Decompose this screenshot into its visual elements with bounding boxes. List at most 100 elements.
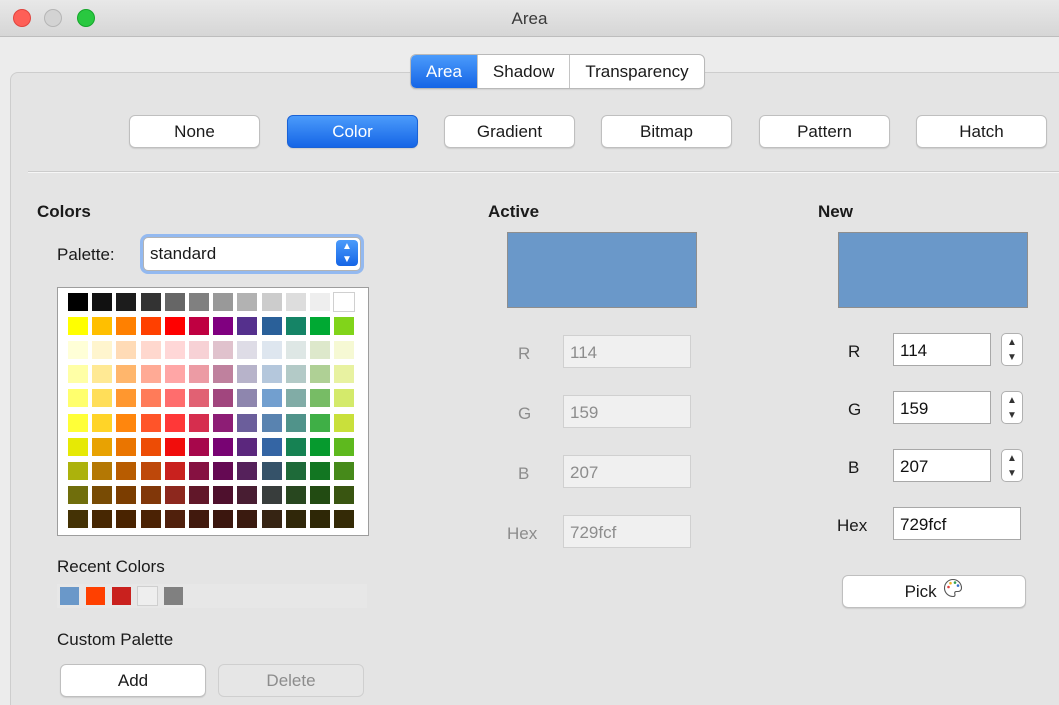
color-swatch[interactable] [116,437,137,456]
color-swatch[interactable] [68,437,88,456]
color-swatch[interactable] [213,509,234,528]
fill-bitmap-button[interactable]: Bitmap [601,115,732,148]
color-swatch[interactable] [116,413,137,432]
color-swatch[interactable] [261,437,282,456]
color-swatch[interactable] [140,461,161,480]
color-swatch[interactable] [140,365,161,384]
color-swatch[interactable] [92,461,113,480]
color-swatch[interactable] [189,341,209,360]
color-swatch[interactable] [164,413,185,432]
color-swatch[interactable] [140,341,161,360]
color-swatch[interactable] [140,437,161,456]
color-swatch[interactable] [310,293,330,311]
color-swatch[interactable] [92,365,113,384]
color-swatch[interactable] [333,292,356,312]
color-swatch[interactable] [261,413,282,432]
color-swatch[interactable] [237,389,258,408]
color-swatch[interactable] [164,437,185,456]
recent-color-swatch[interactable] [112,587,131,605]
color-swatch[interactable] [213,437,234,456]
new-r-input[interactable]: 114 [893,333,991,366]
color-swatch[interactable] [68,341,88,360]
recent-color-swatch[interactable] [60,587,79,605]
color-swatch[interactable] [285,413,306,432]
color-swatch[interactable] [261,509,282,528]
new-b-stepper[interactable]: ▲ ▼ [1001,449,1023,482]
color-swatch[interactable] [285,341,306,360]
color-swatch[interactable] [116,317,137,336]
recent-color-swatch[interactable] [86,587,105,605]
color-swatch[interactable] [285,293,306,311]
color-swatch[interactable] [189,413,209,432]
new-b-input[interactable]: 207 [893,449,991,482]
color-swatch[interactable] [310,485,330,504]
color-swatch[interactable] [164,317,185,336]
tab-transparency[interactable]: Transparency [570,55,703,88]
color-swatch[interactable] [213,461,234,480]
color-swatch[interactable] [116,293,137,311]
color-swatch[interactable] [334,461,355,480]
color-swatch[interactable] [213,389,234,408]
color-swatch[interactable] [310,389,330,408]
fill-gradient-button[interactable]: Gradient [444,115,575,148]
color-swatch[interactable] [334,317,355,336]
color-swatch[interactable] [310,509,330,528]
color-swatch[interactable] [334,413,355,432]
color-swatch[interactable] [310,317,330,336]
color-swatch[interactable] [164,485,185,504]
color-swatch[interactable] [213,317,234,336]
color-swatch[interactable] [92,293,113,311]
tab-area[interactable]: Area [411,55,478,88]
color-swatch[interactable] [164,293,185,311]
color-swatch[interactable] [285,509,306,528]
color-swatch[interactable] [189,317,209,336]
color-swatch[interactable] [189,389,209,408]
color-swatch[interactable] [237,485,258,504]
color-swatch[interactable] [213,413,234,432]
color-swatch[interactable] [92,317,113,336]
palette-select[interactable]: standard ▲ ▼ [143,237,361,271]
recent-color-swatch[interactable] [137,586,158,606]
color-swatch[interactable] [68,461,88,480]
color-swatch[interactable] [140,509,161,528]
color-swatch[interactable] [237,341,258,360]
color-swatch[interactable] [261,341,282,360]
color-swatch[interactable] [68,389,88,408]
color-swatch[interactable] [237,365,258,384]
color-swatch[interactable] [140,389,161,408]
color-swatch[interactable] [237,413,258,432]
color-swatch[interactable] [164,389,185,408]
color-swatch[interactable] [189,293,209,311]
color-swatch[interactable] [92,389,113,408]
pick-color-button[interactable]: Pick [842,575,1026,608]
color-swatch[interactable] [237,461,258,480]
color-swatch[interactable] [261,293,282,311]
color-swatch[interactable] [189,365,209,384]
color-swatch[interactable] [116,461,137,480]
color-swatch[interactable] [334,389,355,408]
color-swatch[interactable] [310,437,330,456]
color-swatch[interactable] [164,341,185,360]
color-swatch[interactable] [140,317,161,336]
delete-custom-color-button[interactable]: Delete [218,664,364,697]
color-swatch[interactable] [164,461,185,480]
color-swatch[interactable] [237,293,258,311]
color-swatch[interactable] [68,509,88,528]
color-swatch[interactable] [116,341,137,360]
color-swatch[interactable] [68,293,88,311]
add-custom-color-button[interactable]: Add [60,664,206,697]
new-r-stepper[interactable]: ▲ ▼ [1001,333,1023,366]
color-swatch[interactable] [310,413,330,432]
color-swatch[interactable] [140,485,161,504]
color-swatch[interactable] [310,341,330,360]
color-swatch[interactable] [116,389,137,408]
color-swatch[interactable] [164,509,185,528]
fill-color-button[interactable]: Color [287,115,418,148]
color-swatch[interactable] [285,437,306,456]
color-swatch[interactable] [334,485,355,504]
color-swatch[interactable] [140,293,161,311]
fill-pattern-button[interactable]: Pattern [759,115,890,148]
color-swatch[interactable] [285,461,306,480]
color-swatch[interactable] [164,365,185,384]
color-swatch[interactable] [92,413,113,432]
